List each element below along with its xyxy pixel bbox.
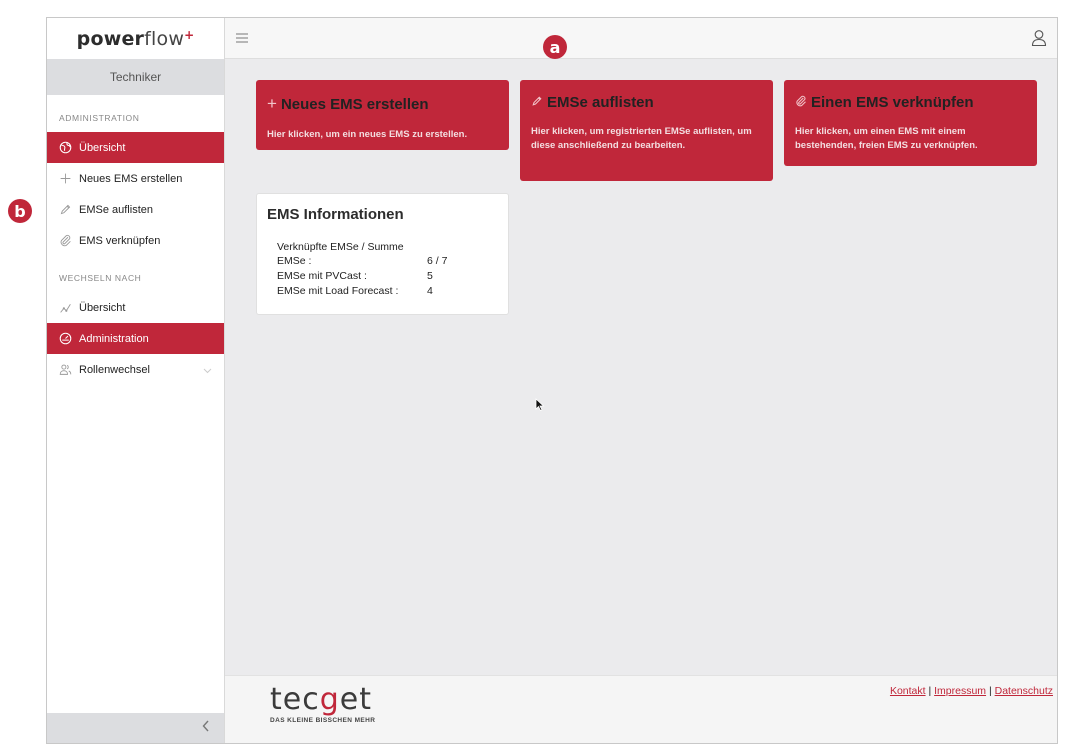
- mouse-cursor-icon: [535, 398, 545, 412]
- card-title: EMSe auflisten: [531, 94, 762, 111]
- app-window: power flow + Techniker ADMINISTRATION Über…: [46, 17, 1058, 744]
- brand-text: et: [339, 682, 372, 717]
- footer-links: Kontakt | Impressum | Datenschutz: [890, 685, 1053, 697]
- info-row-value: 6 / 7: [427, 254, 448, 267]
- chart-line-icon: [59, 300, 79, 316]
- info-card-title: EMS Informationen: [267, 206, 404, 223]
- sidebar-item-administration[interactable]: Administration: [47, 323, 224, 354]
- sidebar-item-label: EMS verknüpfen: [79, 234, 161, 247]
- logo-thin-text: flow: [144, 27, 185, 50]
- annotation-marker-b: b: [8, 199, 32, 223]
- card-description: Hier klicken, um einen EMS mit einem bes…: [795, 126, 978, 151]
- pencil-icon: [531, 94, 543, 111]
- info-row: EMSe mit PVCast : 5: [277, 268, 498, 283]
- tecget-tagline: DAS KLEINE BISSCHEN MEHR: [270, 717, 376, 724]
- role-label: Techniker: [47, 59, 224, 95]
- card-description: Hier klicken, um registrierten EMSe aufl…: [531, 126, 752, 151]
- chevron-left-icon: [202, 719, 210, 737]
- card-title: Einen EMS verknüpfen: [795, 94, 1026, 111]
- sidebar-item-rollenwechsel[interactable]: Rollenwechsel: [47, 354, 224, 385]
- footer: tecget DAS KLEINE BISSCHEN MEHR Kontakt …: [225, 675, 1057, 743]
- sidebar-item-label: Neues EMS erstellen: [79, 172, 183, 185]
- info-row-label: EMSe mit Load Forecast :: [277, 284, 399, 297]
- privacy-link[interactable]: Datenschutz: [995, 685, 1053, 697]
- ems-info-card: EMS Informationen Verknüpfte EMSe / Summ…: [256, 193, 509, 315]
- card-emse-auflisten[interactable]: EMSe auflisten Hier klicken, um registri…: [520, 80, 773, 181]
- plus-icon: [59, 171, 79, 187]
- info-row: EMSe mit Load Forecast : 4: [277, 283, 498, 298]
- sidebar-collapse-button[interactable]: [47, 713, 224, 743]
- top-bar: [225, 18, 1057, 59]
- tecget-wordmark: tecget: [270, 684, 375, 716]
- user-icon[interactable]: [1031, 29, 1047, 47]
- users-icon: [59, 362, 79, 378]
- section-title-wechseln-nach: WECHSELN NACH: [59, 273, 142, 283]
- card-neues-ems-erstellen[interactable]: + Neues EMS erstellen Hier klicken, um e…: [256, 80, 509, 150]
- sidebar-item-label: Übersicht: [79, 141, 126, 154]
- sidebar-item-label: EMSe auflisten: [79, 203, 153, 216]
- contact-link[interactable]: Kontakt: [890, 685, 926, 697]
- annotation-marker-a: a: [543, 35, 567, 59]
- imprint-link[interactable]: Impressum: [934, 685, 986, 697]
- powerflow-logo[interactable]: power flow +: [47, 18, 224, 59]
- info-row-value: 4: [427, 284, 433, 297]
- info-row: EMSe : 6 / 7: [277, 253, 498, 268]
- pencil-icon: [59, 202, 79, 218]
- paperclip-icon: [795, 94, 807, 111]
- info-card-subtitle: Verknüpfte EMSe / Summe: [277, 241, 404, 253]
- chevron-down-icon: [203, 365, 212, 377]
- sidebar-item-label: Rollenwechsel: [79, 363, 150, 376]
- section-title-administration: ADMINISTRATION: [59, 113, 140, 123]
- sidebar-item-label: Übersicht: [79, 301, 126, 314]
- brand-text: tec: [270, 682, 320, 717]
- sidebar-item-uebersicht-switch[interactable]: Übersicht: [47, 292, 224, 323]
- sidebar-item-ems-verknuepfen[interactable]: EMS verknüpfen: [47, 225, 224, 256]
- hamburger-menu-icon[interactable]: [235, 31, 249, 45]
- info-row-value: 5: [427, 269, 433, 282]
- sidebar-item-emse-auflisten[interactable]: EMSe auflisten: [47, 194, 224, 225]
- logo-bold-text: power: [76, 27, 145, 50]
- info-row-label: EMSe mit PVCast :: [277, 269, 367, 282]
- sidebar-item-neues-ems[interactable]: Neues EMS erstellen: [47, 163, 224, 194]
- info-row-label: EMSe :: [277, 254, 312, 267]
- brand-accent-letter: g: [319, 682, 340, 717]
- card-title-text: Einen EMS verknüpfen: [811, 94, 974, 111]
- link-separator: |: [925, 685, 935, 697]
- plus-icon: +: [267, 94, 277, 113]
- card-title: + Neues EMS erstellen: [267, 94, 498, 114]
- tecget-logo[interactable]: tecget DAS KLEINE BISSCHEN MEHR: [270, 684, 376, 725]
- card-title-text: Neues EMS erstellen: [280, 95, 429, 113]
- link-separator: |: [986, 685, 995, 697]
- card-title-text: EMSe auflisten: [547, 94, 654, 111]
- card-description: Hier klicken, um ein neues EMS zu erstel…: [267, 129, 468, 140]
- card-ems-verknuepfen[interactable]: Einen EMS verknüpfen Hier klicken, um ei…: [784, 80, 1037, 166]
- sidebar-item-label: Administration: [79, 332, 149, 345]
- sidebar-item-uebersicht-admin[interactable]: Übersicht: [47, 132, 224, 163]
- paperclip-icon: [59, 233, 79, 249]
- globe-icon: [59, 140, 79, 156]
- sidebar: power flow + Techniker ADMINISTRATION Über…: [47, 18, 225, 743]
- dashboard-icon: [59, 331, 79, 347]
- logo-plus: +: [184, 27, 195, 42]
